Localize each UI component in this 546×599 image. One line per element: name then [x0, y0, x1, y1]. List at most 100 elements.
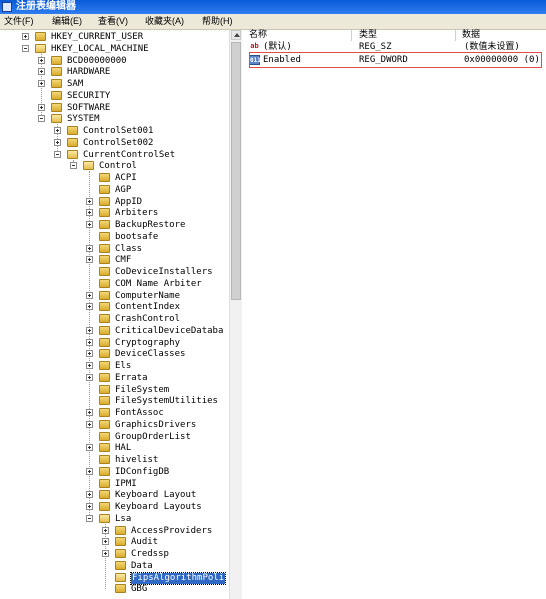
expand-plus-icon[interactable] — [102, 538, 109, 546]
tree-node[interactable]: IDConfigDB — [0, 466, 229, 478]
expand-plus-icon[interactable] — [86, 362, 93, 369]
tree-node-label[interactable]: Class — [115, 244, 142, 255]
tree-node-label[interactable]: CriticalDeviceDataba — [115, 326, 223, 337]
tree-node[interactable]: Credssp — [0, 549, 229, 560]
tree-node-label[interactable]: COM Name Arbiter — [115, 279, 202, 290]
tree-node-label[interactable]: IPMI — [115, 479, 137, 490]
tree-node-label[interactable]: Arbiters — [115, 208, 158, 219]
tree-node[interactable]: FontAssoc — [0, 408, 229, 419]
tree-node[interactable]: AppID — [0, 196, 229, 208]
tree-node[interactable]: SECURITY — [0, 90, 229, 102]
column-divider[interactable] — [455, 30, 456, 41]
tree-node[interactable]: Errata — [0, 372, 229, 384]
tree-node-label[interactable]: HKEY_CURRENT_USER — [51, 32, 143, 43]
tree-node[interactable]: hivelist — [0, 455, 229, 466]
tree-node-label[interactable]: Keyboard Layout — [115, 490, 196, 501]
tree-node-label[interactable]: ComputerName — [115, 291, 180, 302]
menu-view[interactable]: 查看(V) — [96, 14, 130, 29]
tree-node[interactable]: ControlSet002 — [0, 137, 229, 149]
tree-node[interactable]: ComputerName — [0, 290, 229, 302]
scroll-thumb[interactable] — [231, 42, 241, 300]
tree-node[interactable]: HKEY_CURRENT_USER — [0, 32, 229, 43]
collapse-minus-icon[interactable] — [38, 115, 45, 123]
tree-node-label[interactable]: Cryptography — [115, 338, 180, 349]
tree-node[interactable]: CurrentControlSet — [0, 149, 229, 161]
tree-node[interactable]: HAL — [0, 443, 229, 454]
menu-help[interactable]: 帮助(H) — [200, 14, 235, 29]
tree-node[interactable]: Keyboard Layout — [0, 490, 229, 501]
tree-scrollbar[interactable] — [229, 30, 242, 599]
tree-node[interactable]: CriticalDeviceDataba — [0, 325, 229, 337]
tree-node[interactable]: BackupRestore — [0, 220, 229, 231]
tree-node[interactable]: Els — [0, 361, 229, 372]
collapse-minus-icon[interactable] — [22, 44, 29, 52]
expand-plus-icon[interactable] — [54, 138, 61, 146]
column-header-name[interactable]: 名称 — [249, 30, 268, 41]
menu-favorites[interactable]: 收藏夹(A) — [143, 14, 186, 29]
tree-node-label[interactable]: GBG — [131, 584, 147, 595]
tree-node[interactable]: ContentIndex — [0, 302, 229, 313]
expand-plus-icon[interactable] — [86, 491, 93, 499]
expand-plus-icon[interactable] — [86, 350, 93, 358]
scroll-up-arrow-icon[interactable] — [231, 30, 241, 40]
tree-node[interactable]: CMF — [0, 255, 229, 266]
tree-node-label[interactable]: FileSystemUtilities — [115, 396, 218, 407]
tree-node-label[interactable]: ContentIndex — [115, 302, 180, 313]
expand-plus-icon[interactable] — [54, 127, 61, 134]
tree-node-label[interactable]: HAL — [115, 443, 131, 454]
tree-node-label[interactable]: AccessProviders — [131, 526, 212, 537]
tree-node[interactable]: AGP — [0, 184, 229, 196]
tree-node-label[interactable]: Lsa — [115, 514, 131, 525]
menu-file[interactable]: 文件(F) — [2, 14, 36, 29]
tree-node[interactable]: Control — [0, 161, 229, 172]
tree-node-label[interactable]: AGP — [115, 185, 131, 196]
tree-node[interactable]: SOFTWARE — [0, 102, 229, 114]
tree-node[interactable]: CrashControl — [0, 314, 229, 325]
expand-plus-icon[interactable] — [86, 209, 93, 217]
tree-node-label[interactable]: GraphicsDrivers — [115, 420, 196, 431]
tree-node-label[interactable]: Audit — [131, 537, 158, 548]
tree-node-label[interactable]: ControlSet001 — [83, 126, 153, 137]
tree-node[interactable]: Keyboard Layouts — [0, 502, 229, 513]
expand-plus-icon[interactable] — [86, 326, 93, 334]
expand-plus-icon[interactable] — [86, 221, 93, 228]
expand-plus-icon[interactable] — [86, 373, 93, 381]
expand-plus-icon[interactable] — [86, 291, 93, 299]
tree-node-label[interactable]: Errata — [115, 373, 148, 384]
tree-node-label[interactable]: FipsAlgorithmPoli — [129, 571, 227, 585]
tree-node[interactable]: Cryptography — [0, 337, 229, 349]
tree-node-label[interactable]: HARDWARE — [67, 67, 110, 78]
tree-node[interactable]: Class — [0, 243, 229, 255]
tree-node-label[interactable]: bootsafe — [115, 232, 158, 243]
tree-node-label[interactable]: Data — [131, 561, 153, 572]
tree-node-label[interactable]: Control — [99, 161, 137, 172]
registry-tree[interactable]: HKEY_CURRENT_USER HKEY_LOCAL_MACHINE BCD00… — [0, 30, 230, 599]
tree-node-label[interactable]: SAM — [67, 79, 83, 90]
tree-node-label[interactable]: FontAssoc — [115, 408, 164, 419]
tree-node-label[interactable]: SECURITY — [67, 91, 110, 102]
expand-plus-icon[interactable] — [86, 467, 93, 475]
column-header-type[interactable]: 类型 — [359, 30, 378, 41]
tree-node[interactable]: COM Name Arbiter — [0, 278, 229, 290]
tree-node[interactable]: Lsa — [0, 513, 229, 525]
tree-node-label[interactable]: Els — [115, 361, 131, 372]
expand-plus-icon[interactable] — [86, 256, 93, 264]
collapse-minus-icon[interactable] — [54, 150, 61, 158]
tree-node-label[interactable]: hivelist — [115, 455, 158, 466]
tree-node-label[interactable]: FileSystem — [115, 385, 169, 396]
expand-plus-icon[interactable] — [38, 56, 45, 64]
tree-node[interactable]: SYSTEM — [0, 114, 229, 125]
tree-node-label[interactable]: ACPI — [115, 173, 137, 184]
expand-plus-icon[interactable] — [86, 338, 93, 346]
expand-plus-icon[interactable] — [38, 103, 45, 111]
expand-plus-icon[interactable] — [86, 444, 93, 452]
tree-node[interactable]: ACPI — [0, 173, 229, 184]
tree-node[interactable]: Audit — [0, 537, 229, 548]
tree-node[interactable]: GraphicsDrivers — [0, 419, 229, 431]
tree-node[interactable]: BCD00000000 — [0, 55, 229, 67]
tree-node-label[interactable]: ControlSet002 — [83, 138, 153, 149]
column-divider[interactable] — [351, 30, 352, 41]
tree-node-label[interactable]: CrashControl — [115, 314, 180, 325]
tree-node[interactable]: CoDeviceInstallers — [0, 267, 229, 278]
tree-node-label[interactable]: IDConfigDB — [115, 467, 169, 478]
